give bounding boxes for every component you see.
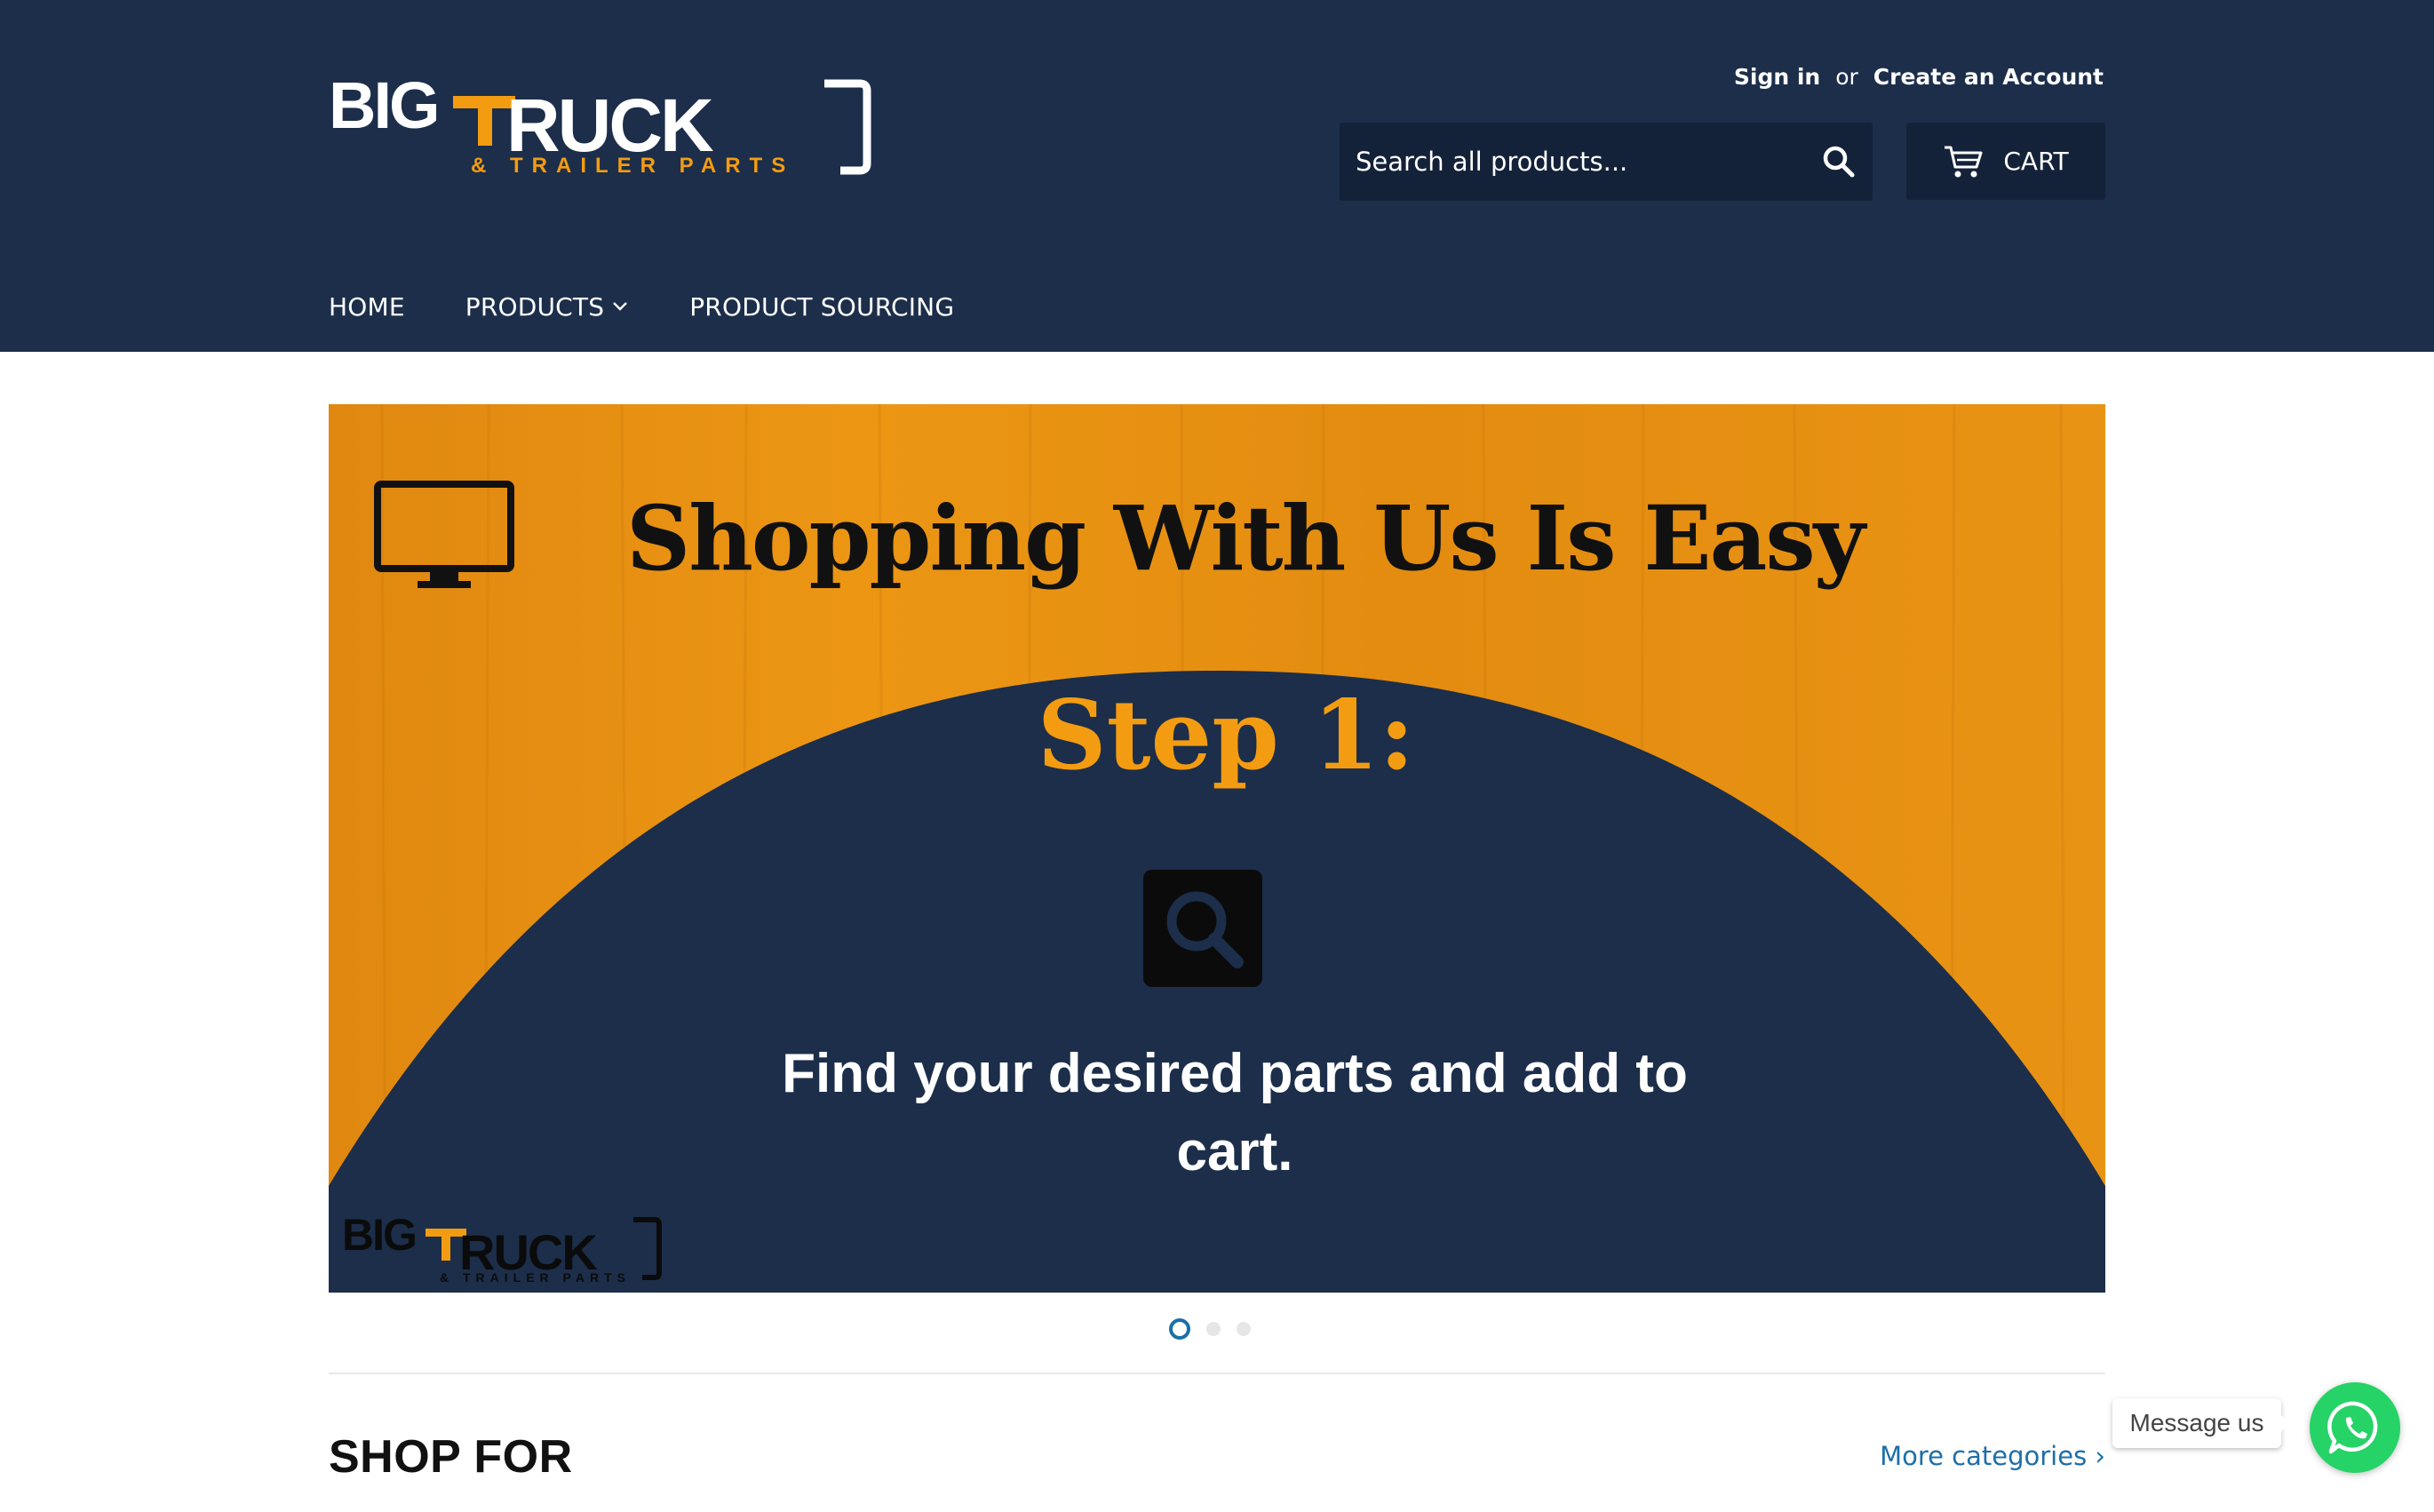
sign-in-link[interactable]: Sign in: [1734, 64, 1820, 90]
site-header: BIG RUCK & TRAILER PARTS Sign in or Crea…: [0, 0, 2434, 352]
slide-dot-3[interactable]: [1237, 1322, 1251, 1336]
whatsapp-chat-button[interactable]: [2310, 1382, 2400, 1473]
svg-text:& TRAILER PARTS: & TRAILER PARTS: [440, 1270, 631, 1285]
hero-step-label: Step 1:: [1037, 680, 1415, 792]
nav-item-home[interactable]: HOME: [329, 292, 405, 322]
slide-dot-2[interactable]: [1206, 1322, 1221, 1336]
chevron-down-icon: [613, 302, 628, 311]
or-separator: or: [1835, 64, 1858, 90]
monitor-icon: [374, 481, 514, 588]
main-nav: HOME PRODUCTS PRODUCT SOURCING: [329, 284, 954, 329]
slide-dot-1[interactable]: [1169, 1318, 1190, 1340]
cart-label: CART: [2003, 147, 2069, 176]
more-categories-link[interactable]: More categories ›: [1880, 1441, 2105, 1471]
cart-button[interactable]: CART: [1906, 123, 2105, 200]
nav-item-products[interactable]: PRODUCTS: [465, 292, 629, 322]
account-links: Sign in or Create an Account: [1734, 64, 2104, 90]
section-title: SHOP FOR: [329, 1431, 573, 1483]
cart-icon: [1945, 146, 1983, 177]
whatsapp-icon: [2327, 1401, 2378, 1454]
search-icon: [1823, 146, 1855, 178]
svg-text:BIG: BIG: [329, 76, 438, 142]
logo-image: BIG RUCK & TRAILER PARTS: [329, 76, 871, 178]
slider-pagination: [1169, 1318, 1251, 1340]
hero-heading: Shopping With Us Is Easy: [626, 486, 1865, 591]
create-account-link[interactable]: Create an Account: [1873, 64, 2104, 90]
hero-slider[interactable]: Shopping With Us Is Easy Step 1: Find yo…: [329, 404, 2105, 1293]
chat-bubble[interactable]: Message us: [2112, 1398, 2290, 1448]
nav-item-label: PRODUCT SOURCING: [689, 291, 955, 322]
nav-item-product-sourcing[interactable]: PRODUCT SOURCING: [689, 292, 954, 322]
site-logo[interactable]: BIG RUCK & TRAILER PARTS: [329, 76, 872, 183]
hero-watermark-logo: BIG RUCK & TRAILER PARTS: [342, 1214, 662, 1285]
nav-item-label: PRODUCTS: [465, 291, 605, 322]
search-button[interactable]: [1816, 139, 1862, 185]
section-divider: [329, 1373, 2105, 1374]
hero-description: Find your desired parts and add to cart.: [782, 1043, 1688, 1182]
nav-item-label: HOME: [329, 291, 405, 322]
svg-text:BIG: BIG: [342, 1214, 416, 1260]
magnifier-icon: [1143, 870, 1262, 987]
svg-text:& TRAILER PARTS: & TRAILER PARTS: [471, 154, 794, 178]
search-form: [1340, 123, 1873, 201]
search-input[interactable]: [1340, 123, 1802, 201]
